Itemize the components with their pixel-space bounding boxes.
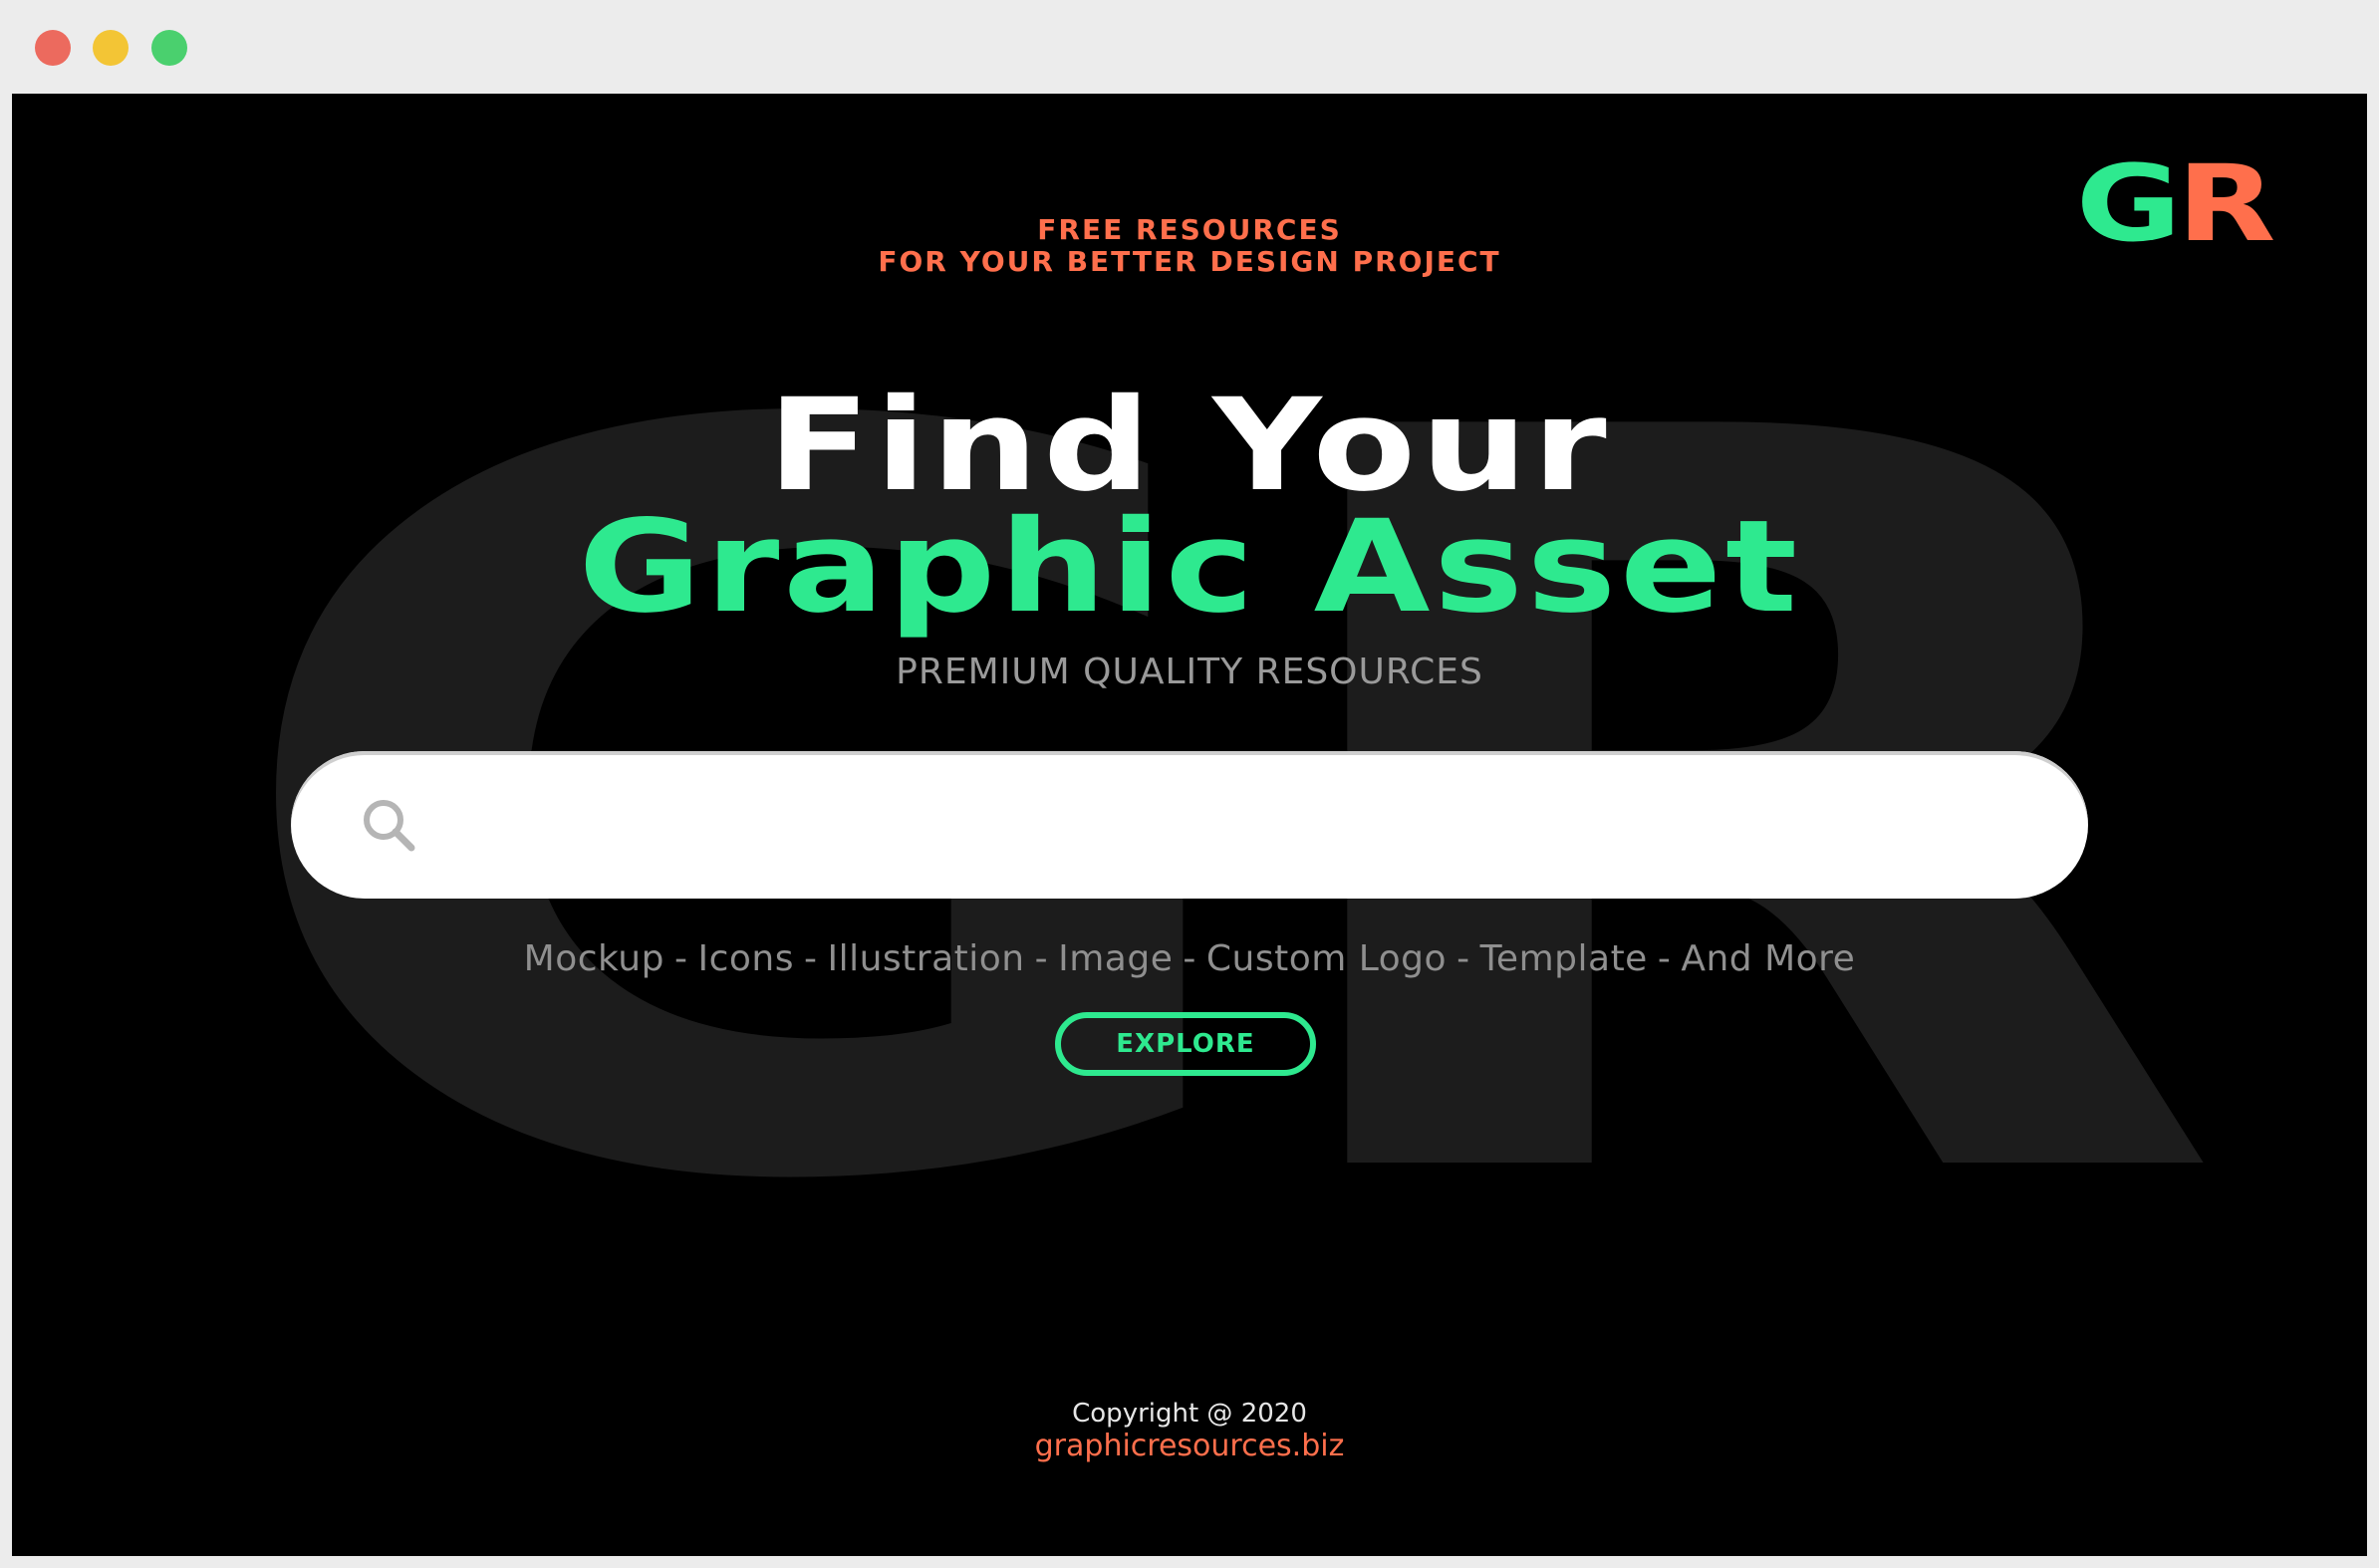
tagline-line-2: FOR YOUR BETTER DESIGN PROJECT xyxy=(878,245,1501,278)
category-and-more[interactable]: And More xyxy=(1681,938,1855,979)
window-maximize-button[interactable] xyxy=(151,30,187,66)
category-separator: - xyxy=(1183,938,1196,979)
category-template[interactable]: Template xyxy=(1480,938,1648,979)
window-close-button[interactable] xyxy=(35,30,71,66)
category-custom-logo[interactable]: Custom Logo xyxy=(1206,938,1447,979)
hero-title-line-1: Find Your xyxy=(767,372,1612,520)
category-separator: - xyxy=(1657,938,1672,979)
category-separator: - xyxy=(1034,938,1049,979)
search-bar[interactable] xyxy=(291,751,2088,901)
category-illustration[interactable]: Illustration xyxy=(827,938,1024,979)
landing-page: GR GR FREE RESOURCES FOR YOUR BETTER DES… xyxy=(12,94,2367,1556)
category-icons[interactable]: Icons xyxy=(697,938,794,979)
category-separator: - xyxy=(673,938,688,979)
category-separator: - xyxy=(803,938,818,979)
category-mockup[interactable]: Mockup xyxy=(524,938,664,979)
hero-subtitle: PREMIUM QUALITY RESOURCES xyxy=(896,652,1483,692)
explore-button[interactable]: EXPLORE xyxy=(1055,1012,1316,1076)
search-icon[interactable] xyxy=(361,797,416,853)
browser-titlebar xyxy=(0,0,2379,94)
category-separator: - xyxy=(1456,938,1470,979)
category-image[interactable]: Image xyxy=(1058,938,1173,979)
hero-title-line-2: Graphic Asset xyxy=(578,493,1801,642)
site-link[interactable]: graphicresources.biz xyxy=(12,1429,2367,1463)
window-minimize-button[interactable] xyxy=(93,30,129,66)
search-input[interactable] xyxy=(450,751,2018,901)
category-list: Mockup - Icons - Illustration - Image - Custom L… xyxy=(12,938,2367,979)
tagline-line-1: FREE RESOURCES xyxy=(1037,213,1342,246)
copyright-text: Copyright @ 2020 xyxy=(1072,1399,1307,1429)
